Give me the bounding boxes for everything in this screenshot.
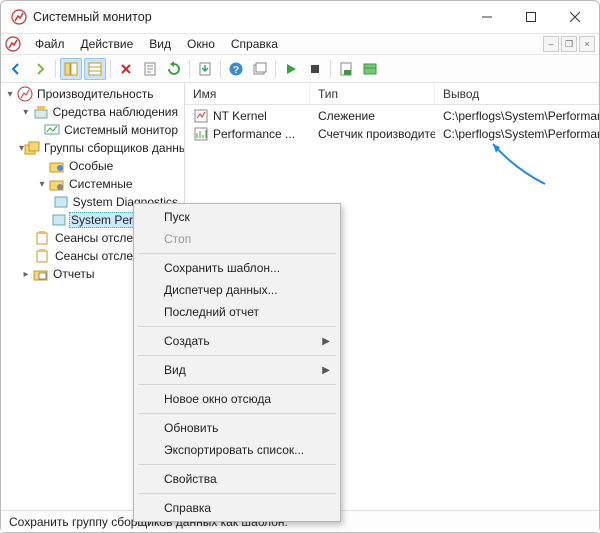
tree-perf-monitor[interactable]: Системный монитор (62, 123, 180, 137)
cell-output: C:\perflogs\System\Performance\DN (443, 127, 599, 141)
trace-session-icon (35, 230, 51, 246)
ctx-start[interactable]: Пуск (136, 206, 338, 228)
mdi-close-button[interactable]: × (579, 36, 595, 52)
ctx-properties[interactable]: Свойства (136, 468, 338, 490)
counter-icon (193, 126, 209, 142)
toolbar: ? (1, 55, 599, 83)
start-button[interactable] (280, 58, 302, 80)
window-title: Системный монитор (33, 10, 465, 24)
list-row[interactable]: NT Kernel Слежение C:\perflogs\System\Pe… (185, 107, 599, 125)
collector-group-icon (24, 140, 40, 156)
show-list-button[interactable] (84, 58, 106, 80)
collector-icon (53, 194, 69, 210)
close-button[interactable] (553, 2, 597, 32)
ctx-view[interactable]: Вид▶ (136, 359, 338, 381)
collector-icon (51, 212, 67, 228)
cell-name: Performance ... (213, 127, 295, 141)
ctx-stop: Стоп (136, 228, 338, 250)
ctx-save-template[interactable]: Сохранить шаблон... (136, 257, 338, 279)
ctx-last-report[interactable]: Последний отчет (136, 301, 338, 323)
expand-icon[interactable]: ▸ (19, 267, 33, 281)
ctx-help[interactable]: Справка (136, 497, 338, 519)
trace-icon (193, 108, 209, 124)
monitor-icon (44, 122, 60, 138)
menu-view[interactable]: Вид (141, 35, 179, 53)
tree-collector-groups[interactable]: Группы сборщиков данных (42, 141, 185, 155)
tree-custom[interactable]: Особые (67, 159, 115, 173)
menu-help[interactable]: Справка (223, 35, 286, 53)
svg-text:?: ? (233, 65, 239, 76)
tree-root[interactable]: Производительность (35, 87, 155, 101)
annotation-arrow (485, 139, 555, 189)
reports-folder-icon (33, 266, 49, 282)
forward-button[interactable] (29, 58, 51, 80)
folder-user-icon (49, 158, 65, 174)
ctx-new-window[interactable]: Новое окно отсюда (136, 388, 338, 410)
stop-button[interactable] (304, 58, 326, 80)
context-menu: Пуск Стоп Сохранить шаблон... Диспетчер … (133, 203, 341, 522)
maximize-button[interactable] (509, 2, 553, 32)
column-type[interactable]: Тип (310, 83, 435, 104)
ctx-export-list[interactable]: Экспортировать список... (136, 439, 338, 461)
menu-action[interactable]: Действие (73, 35, 142, 53)
save-template-button[interactable] (335, 58, 357, 80)
column-name[interactable]: Имя (185, 83, 310, 104)
folder-gear-icon (49, 176, 65, 192)
delete-button[interactable] (115, 58, 137, 80)
menu-file[interactable]: Файл (27, 35, 73, 53)
list-row[interactable]: Performance ... Счетчик производите... C… (185, 125, 599, 143)
ctx-data-manager[interactable]: Диспетчер данных... (136, 279, 338, 301)
collapse-icon[interactable]: ▾ (35, 177, 49, 191)
show-tree-button[interactable] (60, 58, 82, 80)
perfmon-icon (5, 36, 21, 52)
back-button[interactable] (5, 58, 27, 80)
minimize-button[interactable] (465, 2, 509, 32)
submenu-arrow-icon: ▶ (322, 365, 330, 376)
cell-name: NT Kernel (213, 109, 267, 123)
ctx-create[interactable]: Создать▶ (136, 330, 338, 352)
cell-output: C:\perflogs\System\Performance\DN (443, 109, 599, 123)
collapse-icon[interactable]: ▾ (19, 105, 33, 119)
properties-button[interactable] (139, 58, 161, 80)
tools-icon (33, 104, 49, 120)
menu-bar: Файл Действие Вид Окно Справка – ❐ × (1, 33, 599, 55)
perfmon-icon (17, 86, 33, 102)
list-body[interactable]: NT Kernel Слежение C:\perflogs\System\Pe… (185, 105, 599, 143)
tree-monitoring-tools[interactable]: Средства наблюдения (51, 105, 180, 119)
mdi-restore-button[interactable]: ❐ (561, 36, 577, 52)
mdi-minimize-button[interactable]: – (543, 36, 559, 52)
perfmon-icon (11, 9, 27, 25)
data-manager-button[interactable] (359, 58, 381, 80)
export-button[interactable] (194, 58, 216, 80)
column-output[interactable]: Вывод (435, 83, 599, 104)
menu-window[interactable]: Окно (179, 35, 223, 53)
title-bar: Системный монитор (1, 1, 599, 33)
refresh-button[interactable] (163, 58, 185, 80)
ctx-refresh[interactable]: Обновить (136, 417, 338, 439)
collapse-icon[interactable]: ▾ (3, 87, 17, 101)
help-button[interactable]: ? (225, 58, 247, 80)
list-header: Имя Тип Вывод (185, 83, 599, 105)
cell-type: Счетчик производите... (318, 127, 435, 141)
tree-reports[interactable]: Отчеты (51, 267, 96, 281)
trace-session-icon (35, 248, 51, 264)
new-window-button[interactable] (249, 58, 271, 80)
tree-system[interactable]: Системные (67, 177, 135, 191)
submenu-arrow-icon: ▶ (322, 336, 330, 347)
cell-type: Слежение (318, 109, 375, 123)
